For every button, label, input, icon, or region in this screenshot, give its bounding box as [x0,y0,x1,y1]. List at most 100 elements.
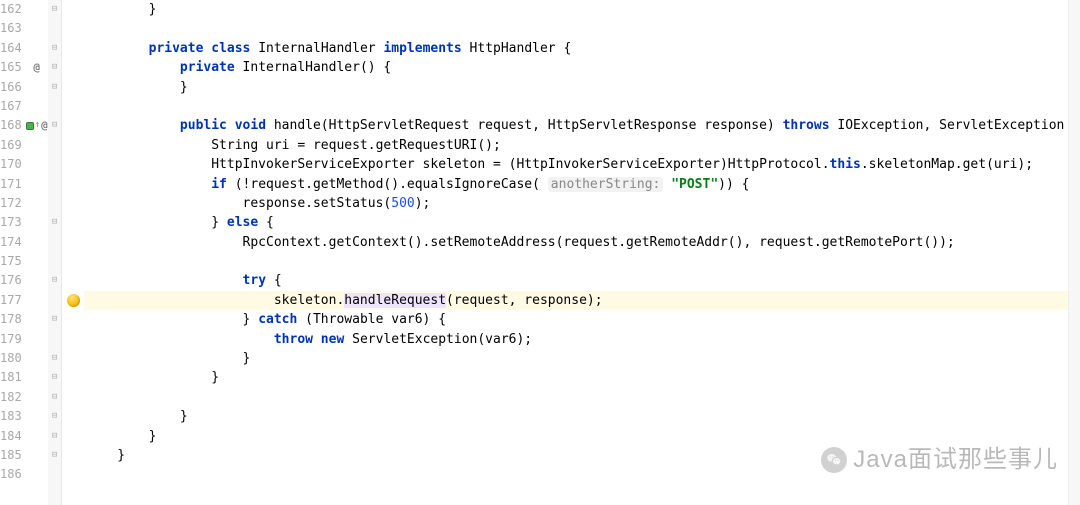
gutter-vcs-cell [26,19,48,38]
gutter-vcs-cell [26,194,48,213]
fold-marker[interactable] [48,233,62,252]
code-editor[interactable]: 1621631641651661671681691701711721731741… [0,0,1080,505]
fold-marker[interactable]: ⊟ [48,39,62,58]
fold-marker[interactable]: ⊟ [48,388,62,407]
code-line[interactable] [84,465,1080,484]
fold-marker[interactable]: ⊟ [48,58,62,77]
fold-marker[interactable]: ⊟ [48,446,62,465]
gutter-vcs-cell: @ [26,58,48,77]
gutter-vcs-cell [26,427,48,446]
fold-marker[interactable]: ⊟ [48,271,62,290]
line-number: 163 [0,19,22,38]
code-line[interactable]: } catch (Throwable var6) { [84,310,1080,329]
line-number: 186 [0,465,22,484]
code-line[interactable] [84,97,1080,116]
line-number: 182 [0,388,22,407]
gutter-intention-bulb[interactable] [62,0,84,505]
fold-marker[interactable] [48,194,62,213]
code-line[interactable] [84,388,1080,407]
line-number: 171 [0,175,22,194]
gutter-vcs-cell [26,271,48,290]
gutter-vcs-cell [26,78,48,97]
code-line[interactable]: throw new ServletException(var6); [84,330,1080,349]
intention-bulb-icon[interactable] [67,294,80,307]
line-number: 168 [0,116,22,135]
line-number: 162 [0,0,22,19]
gutter-bulb-cell[interactable] [62,291,84,310]
line-number: 177 [0,291,22,310]
line-number: 183 [0,407,22,426]
fold-marker[interactable] [48,330,62,349]
editor-overview-ruler[interactable] [1068,0,1080,505]
fold-marker[interactable] [48,252,62,271]
gutter-vcs-cell [26,136,48,155]
gutter-bulb-cell [62,407,84,426]
fold-marker[interactable]: ⊟ [48,0,62,19]
gutter-vcs-cell [26,155,48,174]
code-line[interactable]: } [84,78,1080,97]
line-number: 166 [0,78,22,97]
gutter-bulb-cell [62,388,84,407]
gutter-vcs-icons: @↑@ [26,0,48,505]
fold-marker[interactable] [48,465,62,484]
gutter-bulb-cell [62,194,84,213]
fold-marker[interactable] [48,97,62,116]
fold-marker[interactable]: ⊟ [48,310,62,329]
gutter-vcs-cell [26,349,48,368]
gutter-vcs-cell [26,213,48,232]
code-line[interactable]: } [84,407,1080,426]
fold-marker[interactable]: ⊟ [48,349,62,368]
gutter-bulb-cell [62,271,84,290]
code-line[interactable]: } [84,427,1080,446]
code-line[interactable]: } [84,368,1080,387]
code-line[interactable]: if (!request.getMethod().equalsIgnoreCas… [84,175,1080,194]
code-line[interactable] [84,19,1080,38]
fold-marker[interactable] [48,155,62,174]
gutter-bulb-cell [62,97,84,116]
fold-marker[interactable]: ⊟ [48,116,62,135]
code-line[interactable]: public void handle(HttpServletRequest re… [84,116,1080,135]
code-line[interactable]: private class InternalHandler implements… [84,39,1080,58]
code-line[interactable]: skeleton.handleRequest(request, response… [84,291,1080,310]
code-line[interactable]: } [84,349,1080,368]
line-number: 167 [0,97,22,116]
gutter-fold-markers[interactable]: ⊟⊟⊟⊟⊟⊟⊟⊟⊟⊟⊟⊟⊟⊟ [48,0,63,505]
line-number: 185 [0,446,22,465]
fold-marker[interactable] [48,136,62,155]
fold-marker[interactable]: ⊟ [48,213,62,232]
code-line[interactable]: HttpInvokerServiceExporter skeleton = (H… [84,155,1080,174]
fold-marker[interactable]: ⊟ [48,427,62,446]
gutter-bulb-cell [62,252,84,271]
code-line[interactable]: } else { [84,213,1080,232]
gutter-vcs-cell [26,407,48,426]
fold-marker[interactable]: ⊟ [48,407,62,426]
gutter-vcs-cell [26,330,48,349]
code-line[interactable]: try { [84,271,1080,290]
gutter-bulb-cell [62,233,84,252]
line-number: 165 [0,58,22,77]
code-line[interactable]: private InternalHandler() { [84,58,1080,77]
annotation-icon: @ [41,116,48,135]
gutter-vcs-cell [26,388,48,407]
code-line[interactable] [84,252,1080,271]
code-line[interactable]: response.setStatus(500); [84,194,1080,213]
code-line[interactable]: } [84,446,1080,465]
fold-marker[interactable]: ⊟ [48,368,62,387]
gutter-bulb-cell [62,175,84,194]
code-area[interactable]: } private class InternalHandler implemen… [84,0,1080,505]
gutter-bulb-cell [62,58,84,77]
gutter-vcs-cell [26,465,48,484]
line-number: 179 [0,330,22,349]
code-line[interactable]: } [84,0,1080,19]
gutter-vcs-cell [26,233,48,252]
gutter-vcs-cell [26,175,48,194]
gutter-bulb-cell [62,310,84,329]
code-line[interactable]: RpcContext.getContext().setRemoteAddress… [84,233,1080,252]
fold-marker[interactable] [48,291,62,310]
line-number: 170 [0,155,22,174]
fold-marker[interactable] [48,19,62,38]
fold-marker[interactable]: ⊟ [48,78,62,97]
fold-marker[interactable] [48,175,62,194]
code-line[interactable]: String uri = request.getRequestURI(); [84,136,1080,155]
gutter-bulb-cell [62,465,84,484]
